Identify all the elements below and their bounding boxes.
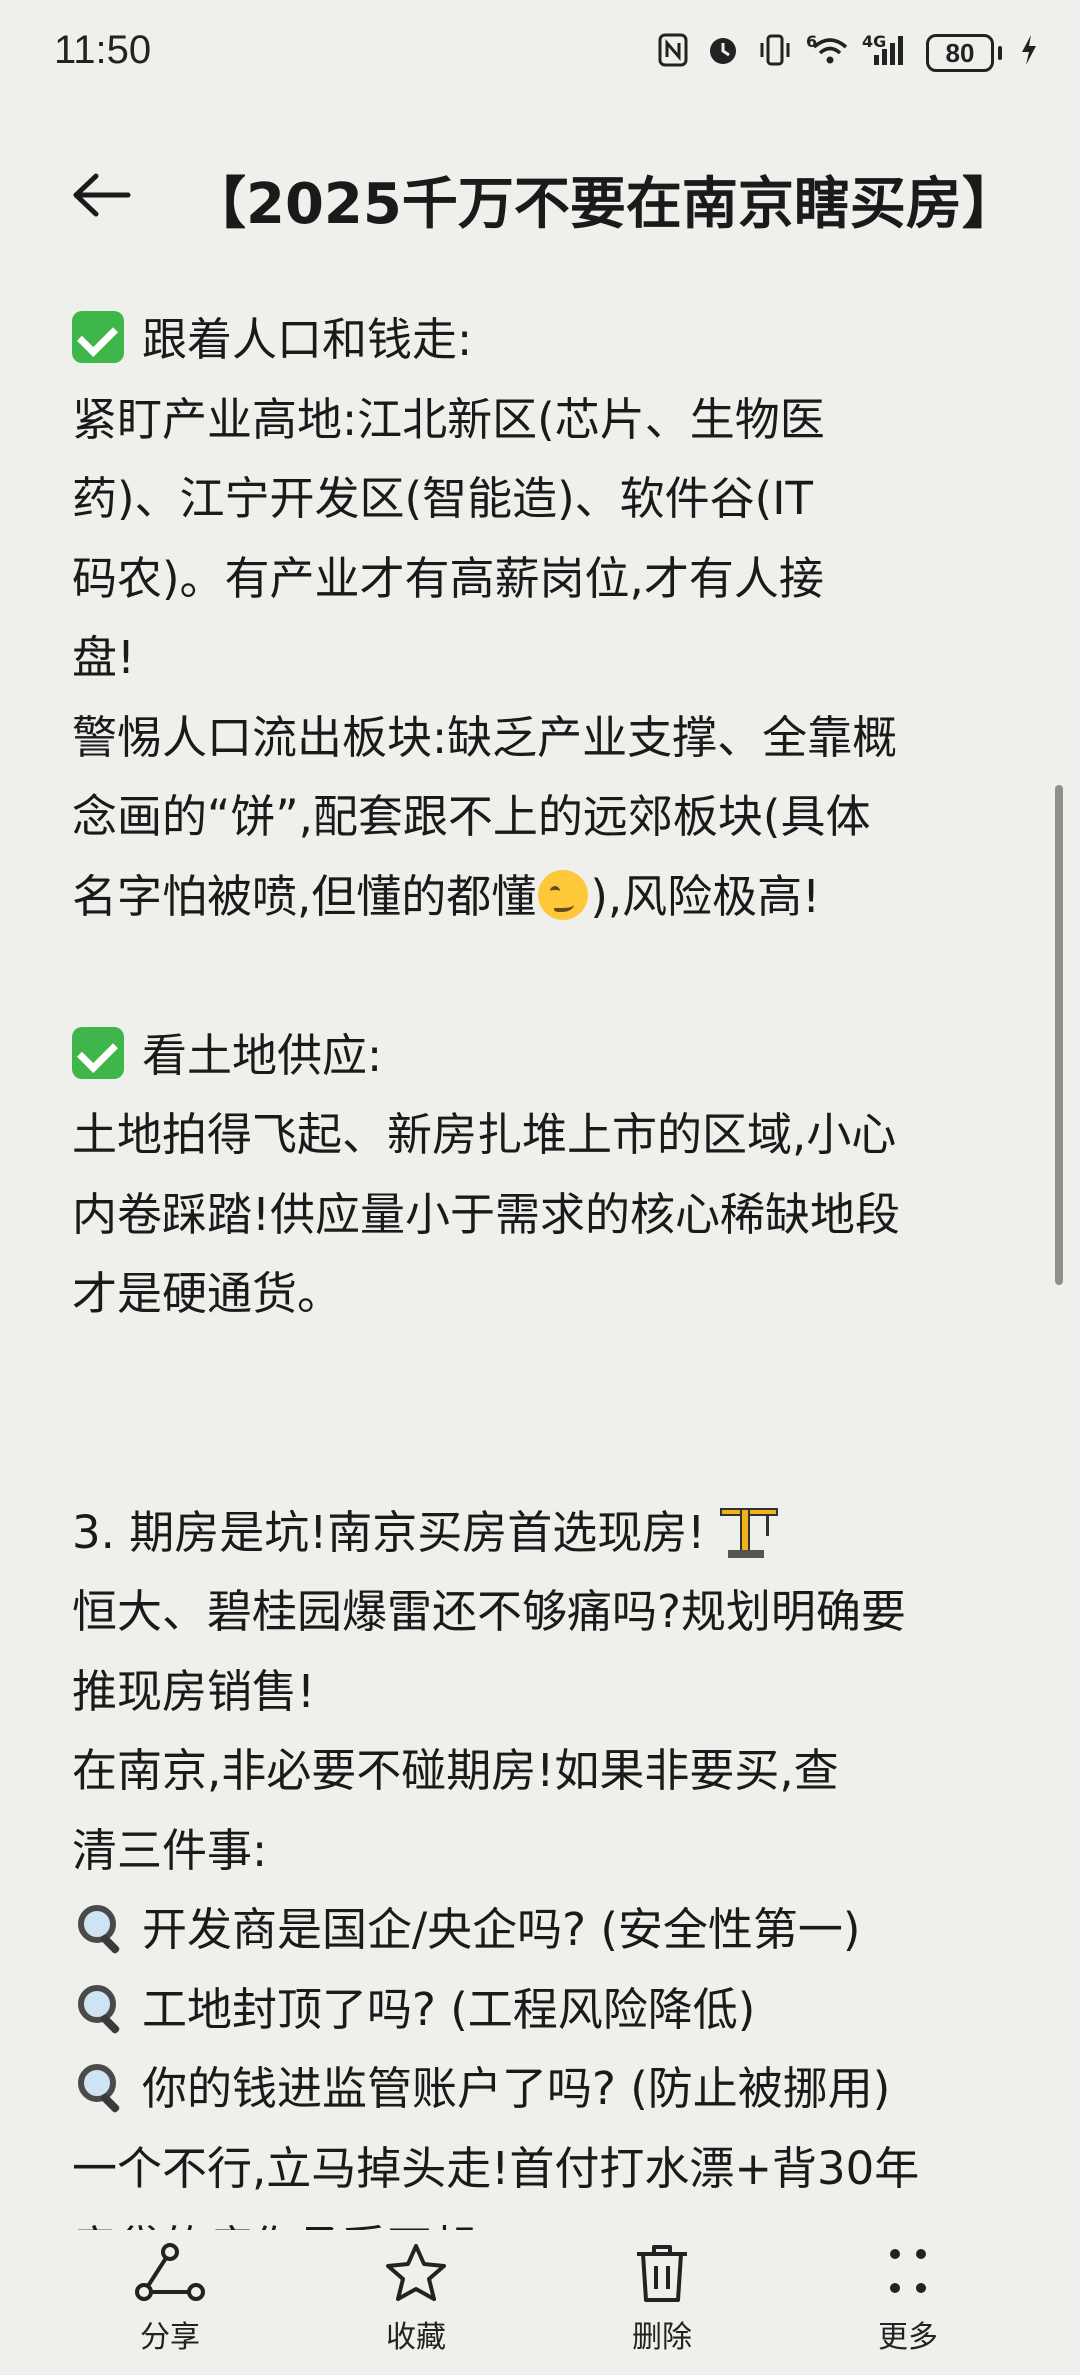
content-line: 紧盯产业高地:江北新区(芯片、生物医 bbox=[72, 392, 825, 446]
back-button[interactable] bbox=[70, 165, 150, 225]
share-button[interactable]: 分享 bbox=[95, 2242, 245, 2356]
content-line: 药)、江宁开发区(智能造)、软件谷(IT bbox=[72, 472, 813, 525]
content-line: 看土地供应: bbox=[72, 1016, 1032, 1096]
page-title: 【2025千万不要在南京瞎买房】 bbox=[190, 172, 1018, 237]
battery-level: 80 bbox=[926, 34, 994, 72]
status-bar: 11:50 6 4G 80 bbox=[0, 0, 1080, 110]
alarm-icon bbox=[706, 33, 740, 73]
bottom-toolbar: 分享 收藏 删除 更多 bbox=[0, 2230, 1080, 2375]
network-label: 4G bbox=[862, 32, 887, 51]
content-line: 在南京,非必要不碰期房!如果非要买,查 bbox=[72, 1744, 839, 1797]
magnifier-icon bbox=[72, 1981, 126, 2035]
content-line: 工地封顶了吗? (工程风险降低) bbox=[72, 1970, 1032, 2050]
battery-indicator: 80 bbox=[926, 34, 1002, 72]
note-content: 跟着人口和钱走: 紧盯产业高地:江北新区(芯片、生物医 药)、江宁开发区(智能造… bbox=[72, 300, 1032, 2288]
content-line: 内卷踩踏!供应量小于需求的核心稀缺地段 bbox=[72, 1187, 901, 1241]
favorite-button[interactable]: 收藏 bbox=[341, 2242, 491, 2356]
crane-emoji-icon bbox=[719, 1502, 778, 1558]
content-line: 名字怕被喷,但懂的都懂 ),风险极高! bbox=[72, 857, 1032, 937]
favorite-label: 收藏 bbox=[386, 2320, 446, 2355]
status-time: 11:50 bbox=[54, 28, 152, 72]
section-heading: 跟着人口和钱走: bbox=[142, 313, 473, 366]
battery-tip bbox=[998, 46, 1002, 60]
content-line: 警惕人口流出板块:缺乏产业支撑、全靠概 bbox=[72, 710, 898, 764]
content-line: 跟着人口和钱走: bbox=[72, 300, 1032, 380]
signal-icon: 4G bbox=[862, 32, 908, 73]
nfc-icon bbox=[658, 33, 688, 73]
header: 【2025千万不要在南京瞎买房】 bbox=[0, 145, 1080, 245]
content-line: 你的钱进监管账户了吗? (防止被挪用) bbox=[72, 2049, 1032, 2129]
delete-label: 删除 bbox=[632, 2320, 692, 2355]
magnifier-icon bbox=[72, 2060, 126, 2114]
content-line: 开发商是国企/央企吗? (安全性第一) bbox=[72, 1890, 1032, 1970]
status-icons: 6 4G 80 bbox=[658, 28, 1038, 78]
wifi-label: 6 bbox=[806, 32, 818, 51]
check-mark-icon bbox=[72, 311, 124, 363]
trash-icon bbox=[637, 2245, 687, 2302]
share-icon bbox=[135, 2243, 205, 2301]
content-text: 工地封顶了吗? (工程风险降低) bbox=[142, 1982, 756, 2036]
content-text: 开发商是国企/央企吗? (安全性第一) bbox=[142, 1903, 861, 1956]
more-button[interactable]: 更多 bbox=[833, 2242, 983, 2356]
content-line: 恒大、碧桂园爆雷还不够痛吗?规划明确要 bbox=[72, 1585, 906, 1638]
smirk-emoji-icon bbox=[538, 869, 589, 920]
more-label: 更多 bbox=[878, 2320, 938, 2355]
content-line: 推现房销售! bbox=[72, 1664, 316, 1718]
scrollbar[interactable] bbox=[1055, 785, 1063, 1285]
content-line: 念画的“饼”,配套跟不上的远郊板块(具体 bbox=[72, 790, 871, 843]
section-heading: 看土地供应: bbox=[142, 1028, 383, 1082]
content-line: 盘! bbox=[72, 631, 136, 684]
magnifier-icon bbox=[72, 1901, 126, 1955]
content-line: 土地拍得飞起、新房扎堆上市的区域,小心 bbox=[72, 1108, 897, 1161]
content-line: 3. 期房是坑!南京买房首选现房! bbox=[72, 1493, 1032, 1573]
more-dots-icon bbox=[890, 2249, 926, 2293]
content-text: 你的钱进监管账户了吗? (防止被挪用) bbox=[142, 2062, 891, 2115]
content-line: 一个不行,立马掉头走!首付打水漂+背30年 bbox=[72, 2141, 920, 2195]
section-heading: 3. 期房是坑!南京买房首选现房! bbox=[72, 1505, 706, 1559]
delete-button[interactable]: 删除 bbox=[587, 2242, 737, 2356]
vibrate-icon bbox=[758, 33, 792, 73]
content-line: 码农)。有产业才有高薪岗位,才有人接 bbox=[72, 551, 824, 605]
star-icon bbox=[386, 2244, 446, 2301]
charging-icon bbox=[1020, 33, 1038, 73]
content-text: 名字怕被喷,但懂的都懂 bbox=[72, 869, 537, 923]
wifi-icon: 6 bbox=[806, 32, 850, 73]
share-label: 分享 bbox=[140, 2320, 200, 2355]
content-line: 才是硬通货。 bbox=[72, 1267, 343, 1320]
back-arrow-icon bbox=[73, 173, 131, 217]
check-mark-icon bbox=[72, 1026, 124, 1079]
content-text: ),风险极高! bbox=[590, 869, 821, 923]
content-line: 清三件事: bbox=[72, 1823, 268, 1877]
